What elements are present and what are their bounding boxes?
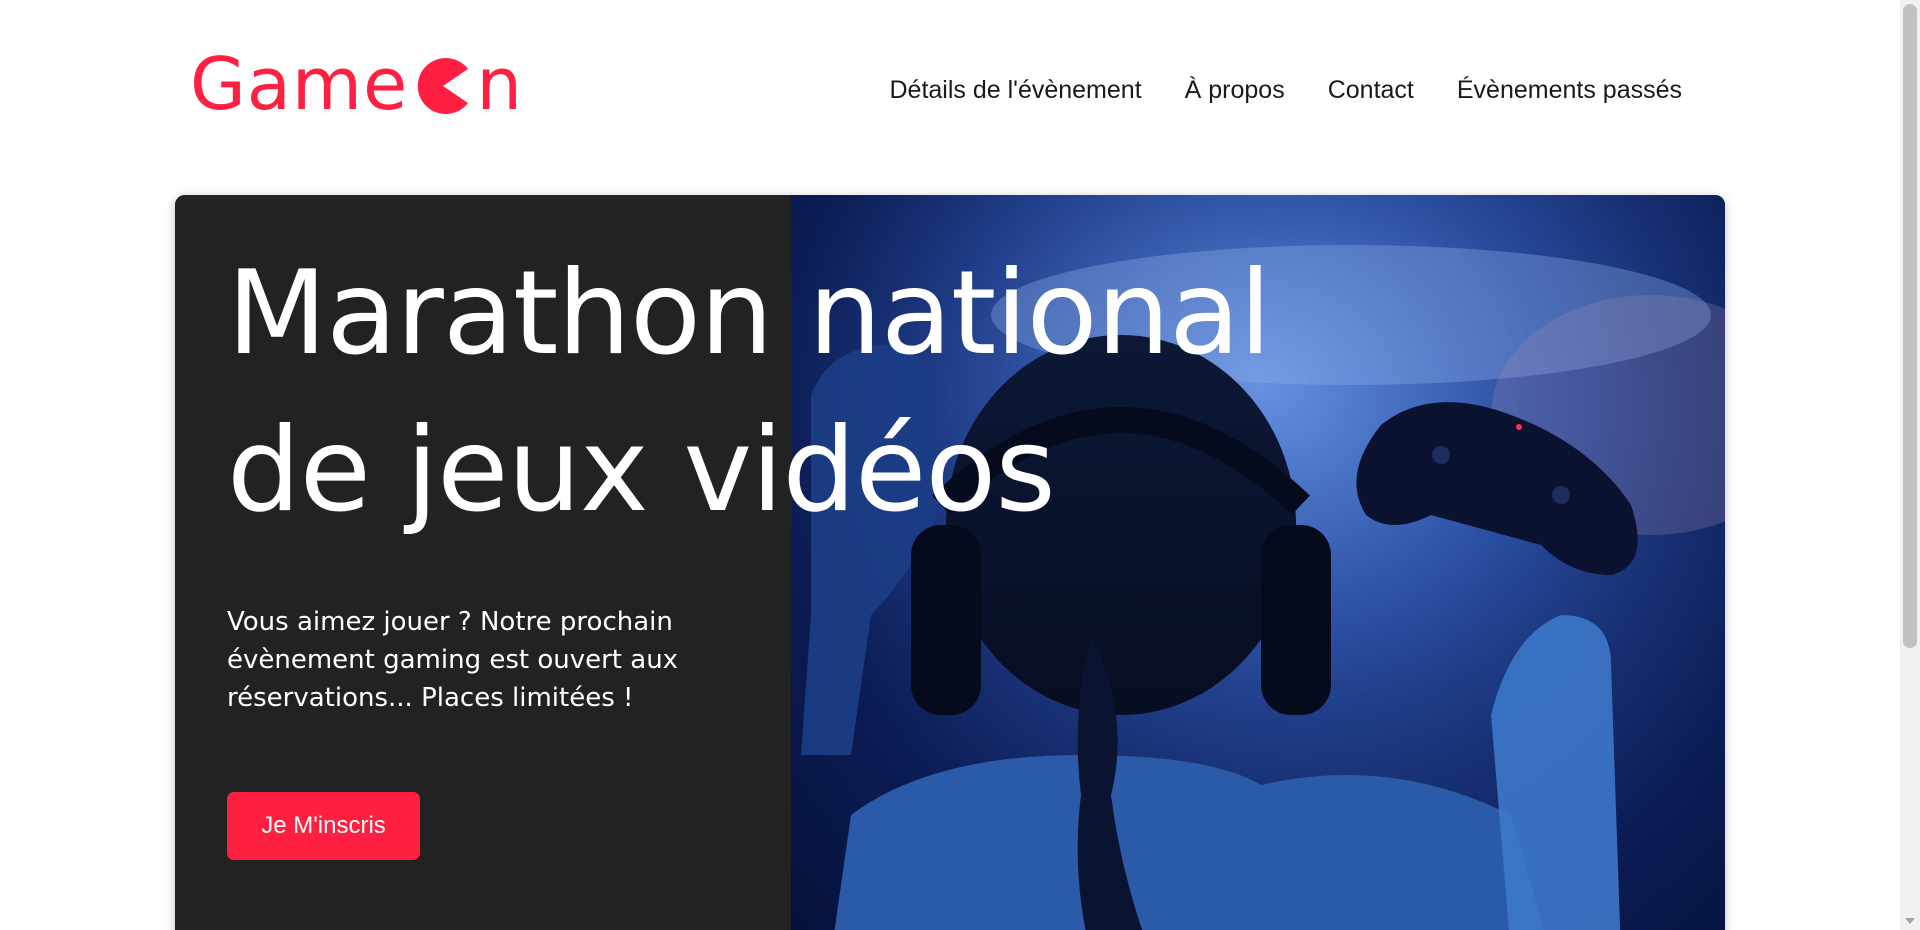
nav-link-past-events[interactable]: Évènements passés xyxy=(1457,76,1682,105)
nav-link-event-details[interactable]: Détails de l'évènement xyxy=(890,76,1142,105)
scroll-down-arrow-icon[interactable] xyxy=(1905,918,1915,924)
page: Game n Détails de l'évènement À propos C… xyxy=(0,0,1920,930)
nav-link-contact[interactable]: Contact xyxy=(1328,76,1414,105)
hero-title: Marathon national de jeux vidéos xyxy=(227,246,1271,538)
register-button[interactable]: Je M'inscris xyxy=(227,792,420,860)
vertical-scrollbar[interactable] xyxy=(1900,0,1920,930)
main-nav: Détails de l'évènement À propos Contact … xyxy=(890,76,1683,105)
logo-text-prefix: Game xyxy=(190,42,409,126)
scrollbar-thumb[interactable] xyxy=(1903,4,1917,648)
hero-section: Marathon national de jeux vidéos Vous ai… xyxy=(175,195,1725,930)
nav-link-about[interactable]: À propos xyxy=(1185,76,1285,105)
pacman-icon xyxy=(414,57,472,115)
hero-description: Vous aimez jouer ? Notre prochain évènem… xyxy=(227,607,679,713)
logo-text-suffix: n xyxy=(476,42,523,126)
gameon-logo[interactable]: Game n xyxy=(190,44,523,124)
